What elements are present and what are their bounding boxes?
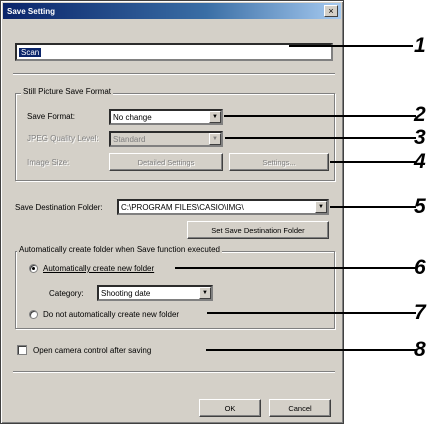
callout-number: 1 [414,34,426,57]
destination-select[interactable]: C:\PROGRAM FILES\CASIO\IMG\ ▼ [117,199,329,215]
callout-number: 3 [414,126,426,149]
category-label: Category: [49,289,84,298]
no-auto-create-label[interactable]: Do not automatically create new folder [43,310,179,319]
callout-number: 5 [414,195,426,218]
detailed-settings-button[interactable]: Detailed Settings [109,153,223,171]
callout-line [206,349,416,351]
title-bar: Save Setting × [3,3,341,19]
callout-line [224,115,416,117]
cancel-button[interactable]: Cancel [269,399,331,417]
still-picture-group-label: Still Picture Save Format [21,87,114,96]
destination-value: C:\PROGRAM FILES\CASIO\IMG\ [121,202,244,212]
divider [13,73,335,75]
callout-number: 8 [414,338,426,361]
callout-number: 7 [414,301,426,324]
callout-line [175,267,416,269]
chevron-down-icon: ▼ [209,111,221,123]
category-value: Shooting date [101,288,151,298]
save-format-value: No change [113,112,152,122]
no-auto-create-radio[interactable] [29,310,38,319]
image-size-label: Image Size: [27,158,70,167]
callout-line [207,312,416,314]
window-title: Save Setting [7,6,56,16]
callout-line [330,161,416,163]
setting-name-value: Scan [19,47,42,57]
save-format-label: Save Format: [27,112,76,121]
chevron-down-icon: ▼ [315,201,327,213]
jpeg-quality-value: Standard [113,134,146,144]
auto-folder-group-label: Automatically create folder when Save fu… [17,245,223,254]
divider [13,371,335,373]
close-icon[interactable]: × [324,5,338,17]
callout-line [330,206,416,208]
settings-button[interactable]: Settings... [229,153,329,171]
callout-number: 2 [414,103,426,126]
set-destination-button[interactable]: Set Save Destination Folder [187,221,329,239]
open-after-save-label[interactable]: Open camera control after saving [33,346,151,355]
callout-number: 4 [414,150,426,173]
chevron-down-icon: ▼ [199,287,211,299]
jpeg-quality-select[interactable]: Standard ▼ [109,131,223,147]
callout-line [225,137,416,139]
callout-line [289,45,413,47]
auto-create-radio[interactable] [29,264,38,273]
auto-create-label[interactable]: Automatically create new folder [43,264,154,273]
destination-label: Save Destination Folder: [15,203,103,212]
ok-button[interactable]: OK [199,399,261,417]
setting-name-input[interactable]: Scan [15,43,333,61]
save-format-select[interactable]: No change ▼ [109,109,223,125]
category-select[interactable]: Shooting date ▼ [97,285,213,301]
callout-number: 6 [414,256,426,279]
jpeg-quality-label: JPEG Quality Level: [27,134,99,143]
chevron-down-icon: ▼ [209,133,221,145]
save-setting-dialog: Save Setting × Scan Still Picture Save F… [0,0,344,424]
open-after-save-checkbox[interactable] [17,345,27,355]
